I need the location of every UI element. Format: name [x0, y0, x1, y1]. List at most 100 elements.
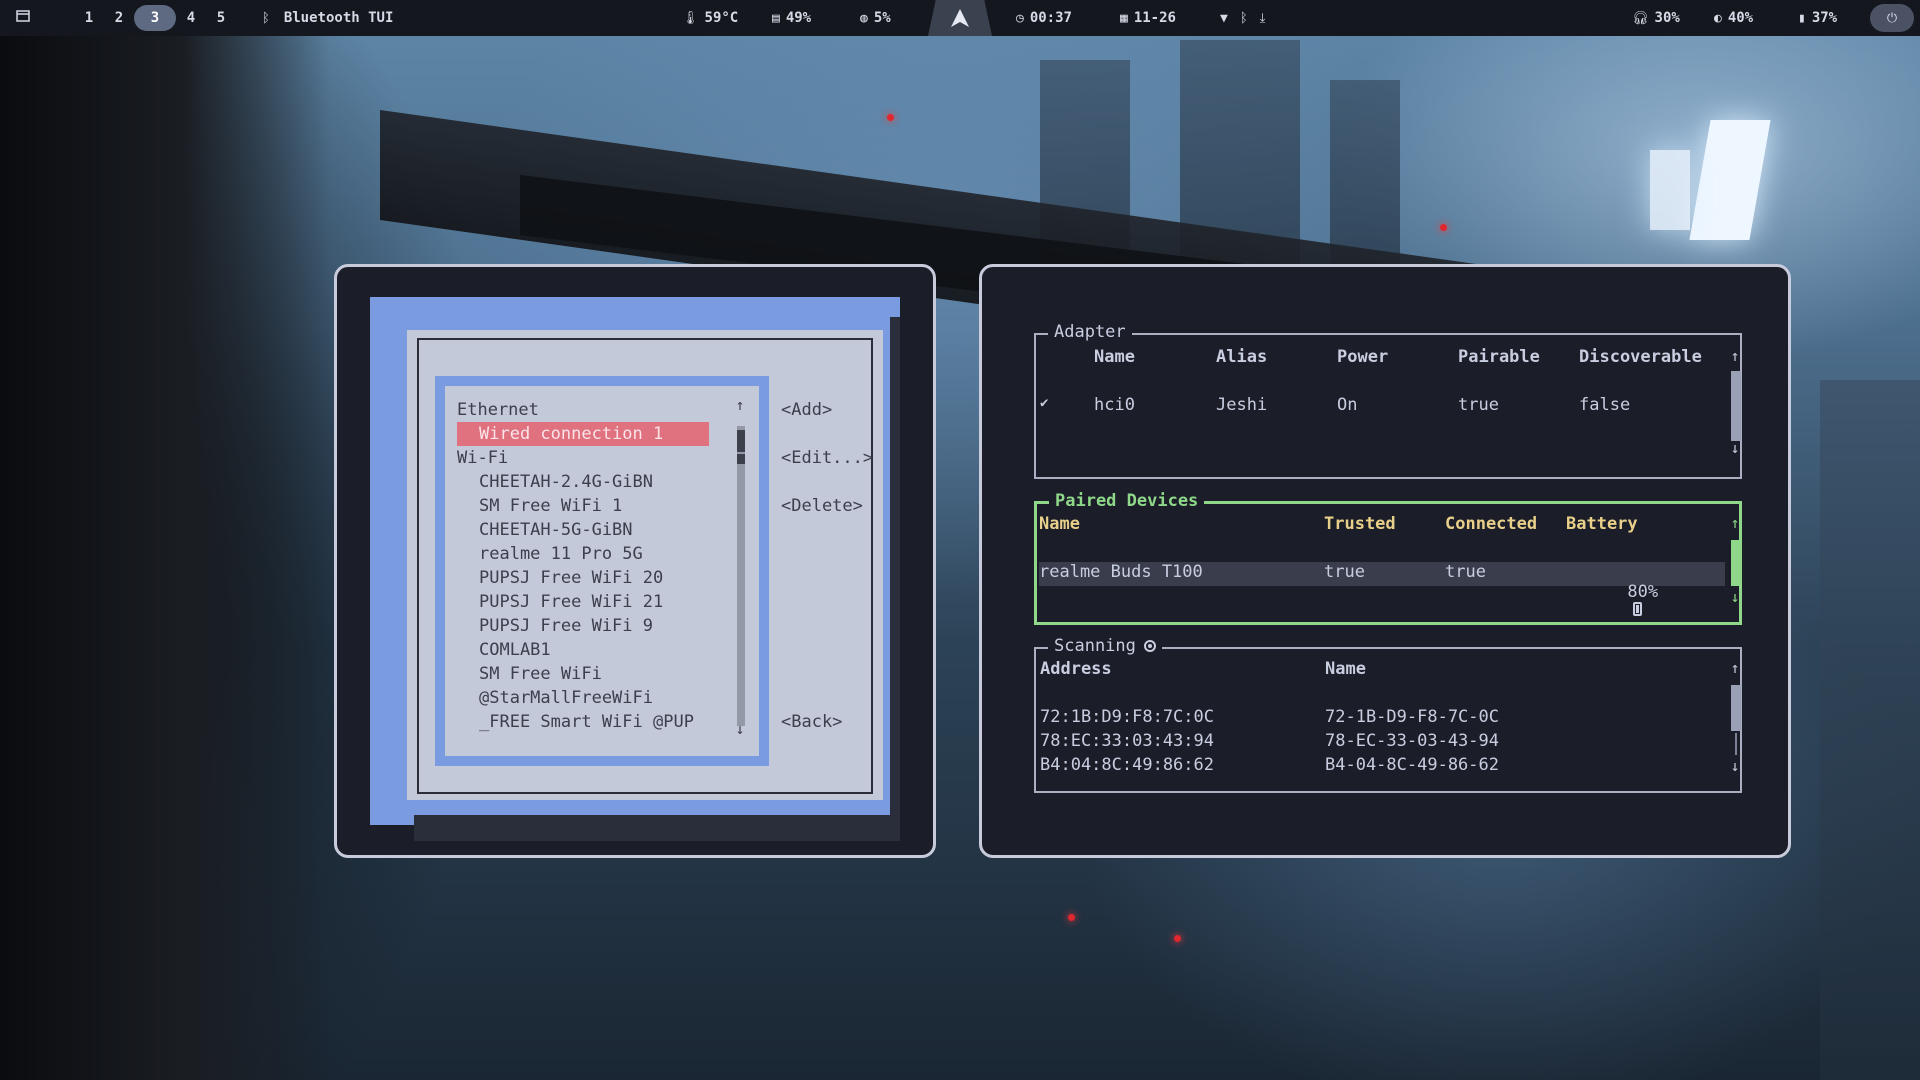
adapter-alias[interactable]: Jeshi [1216, 395, 1267, 415]
ethernet-header: Ethernet [457, 400, 539, 420]
scrollbar-thumb[interactable] [737, 430, 745, 452]
column-header-alias: Alias [1216, 347, 1268, 367]
paired-device-name[interactable]: realme Buds T100 [1039, 562, 1203, 582]
clock-widget[interactable]: ◷ 00:37 [1016, 0, 1072, 36]
paired-devices-panel[interactable]: Paired Devices Name Trusted Connected Ba… [1034, 491, 1742, 625]
temperature-widget[interactable]: 🌡︎ 59°C [682, 0, 738, 36]
scanning-title-text: Scanning [1054, 636, 1136, 656]
wifi-item[interactable]: @StarMallFreeWiFi [457, 686, 759, 710]
scanned-device-name[interactable]: B4-04-8C-49-86-62 [1325, 755, 1499, 775]
wallpaper-left-wall [0, 36, 330, 1080]
cpu-icon: ◍ [860, 10, 868, 26]
nmtui-window[interactable]: Ethernet Wired connection 1 Wi-Fi CHEETA… [334, 264, 936, 858]
scanned-device-address[interactable]: B4:04:8C:49:86:62 [1040, 755, 1214, 775]
selected-check-icon: ✔ [1040, 395, 1049, 411]
wallpaper-light [1174, 935, 1181, 942]
scrollbar-thumb[interactable] [1731, 540, 1741, 586]
scanning-panel[interactable]: Scanning Address Name 72:1B:D9:F8:7C:0C … [1034, 636, 1742, 793]
workspace-3-active[interactable]: 3 [134, 5, 176, 31]
wifi-item[interactable]: PUPSJ Free WiFi 9 [457, 614, 759, 638]
workspace-5[interactable]: 5 [206, 5, 236, 31]
workspace-switcher: 1 2 3 4 5 [74, 0, 236, 36]
workspace-1[interactable]: 1 [74, 5, 104, 31]
connection-list[interactable]: Ethernet Wired connection 1 Wi-Fi CHEETA… [445, 386, 759, 756]
scroll-up-arrow-icon[interactable]: ↑ [1728, 347, 1742, 365]
scroll-up-arrow-icon[interactable]: ↑ [733, 396, 747, 414]
clock-value: 00:37 [1029, 10, 1072, 26]
bluetooth-icon[interactable]: ᛒ [1240, 11, 1248, 26]
scroll-up-arrow-icon[interactable]: ↑ [1728, 514, 1742, 532]
headphones-widget[interactable]: 🎧︎ 30% [1632, 0, 1680, 36]
battery-value: 37% [1811, 10, 1838, 26]
column-header-discoverable: Discoverable [1579, 347, 1702, 367]
scrollbar-track[interactable] [1735, 733, 1737, 755]
clock-icon: ◷ [1016, 10, 1024, 26]
layout-button[interactable] [16, 0, 30, 36]
scroll-down-arrow-icon[interactable]: ↓ [1728, 439, 1742, 457]
scanned-device-address[interactable]: 78:EC:33:03:43:94 [1040, 731, 1214, 751]
paired-devices-scrollbar[interactable]: ↑ ↓ [1728, 514, 1742, 614]
brightness-icon: ◐ [1714, 10, 1722, 26]
wallpaper-neon-sign [1689, 120, 1771, 240]
power-button[interactable]: ⏻ [1870, 4, 1914, 32]
paired-device-connected[interactable]: true [1445, 562, 1486, 582]
column-header-trusted: Trusted [1324, 514, 1396, 534]
tray: ▼ ᛒ ⤓ [1220, 0, 1265, 36]
scroll-down-arrow-icon[interactable]: ↓ [733, 720, 747, 738]
wifi-item[interactable]: SM Free WiFi [457, 662, 759, 686]
delete-button[interactable]: <Delete> [781, 496, 863, 516]
adapter-pairable[interactable]: true [1458, 395, 1499, 415]
battery-icon [1633, 602, 1643, 616]
connection-list-scrollbar[interactable]: ↑ ↓ [733, 396, 747, 744]
wifi-item[interactable]: COMLAB1 [457, 638, 759, 662]
window-layout-icon [16, 10, 30, 26]
scanning-panel-title: Scanning [1048, 636, 1162, 656]
date-widget[interactable]: ▦ 11-26 [1120, 0, 1176, 36]
wallpaper-light [1068, 914, 1075, 921]
bluetooth-tui-window[interactable]: Adapter Name Alias Power Pairable Discov… [979, 264, 1791, 858]
scroll-down-arrow-icon[interactable]: ↓ [1728, 588, 1742, 606]
adapter-name[interactable]: hci0 [1094, 395, 1135, 415]
wifi-item[interactable]: CHEETAH-2.4G-GiBN [457, 470, 759, 494]
brightness-widget[interactable]: ◐ 40% [1714, 0, 1753, 36]
column-header-address: Address [1040, 659, 1112, 679]
wifi-item[interactable]: PUPSJ Free WiFi 21 [457, 590, 759, 614]
scrollbar-track[interactable] [737, 426, 745, 726]
memory-widget[interactable]: ▤ 49% [772, 0, 811, 36]
back-button[interactable]: <Back> [781, 712, 842, 732]
wifi-item[interactable]: _FREE Smart WiFi @PUP [457, 710, 759, 734]
adapter-panel[interactable]: Adapter Name Alias Power Pairable Discov… [1034, 322, 1742, 479]
wifi-item[interactable]: SM Free WiFi 1 [457, 494, 759, 518]
download-icon[interactable]: ⤓ [1260, 11, 1266, 26]
scrollbar-thumb[interactable] [1731, 371, 1741, 441]
top-bar: 1 2 3 4 5 ᛒ Bluetooth TUI 🌡︎ 59°C ▤ 49% … [0, 0, 1920, 36]
battery-widget[interactable]: ▮ 37% [1798, 0, 1837, 36]
add-button[interactable]: <Add> [781, 400, 832, 420]
scrollbar-thumb[interactable] [1731, 685, 1741, 731]
scrollbar-marker [737, 454, 745, 464]
adapter-scrollbar[interactable]: ↑ ↓ [1728, 347, 1742, 457]
scroll-down-arrow-icon[interactable]: ↓ [1728, 757, 1742, 775]
thermometer-icon: 🌡︎ [682, 10, 699, 26]
brightness-value: 40% [1727, 10, 1754, 26]
wifi-item[interactable]: CHEETAH-5G-GiBN [457, 518, 759, 542]
nmtui-dialog: Ethernet Wired connection 1 Wi-Fi CHEETA… [407, 330, 883, 800]
adapter-power[interactable]: On [1337, 395, 1357, 415]
scanning-scrollbar[interactable]: ↑ ↓ [1728, 659, 1742, 779]
launcher-button[interactable] [928, 0, 992, 36]
workspace-4[interactable]: 4 [176, 5, 206, 31]
wifi-icon[interactable]: ▼ [1220, 11, 1228, 26]
scanned-device-name[interactable]: 78-EC-33-03-43-94 [1325, 731, 1499, 751]
scanned-device-address[interactable]: 72:1B:D9:F8:7C:0C [1040, 707, 1214, 727]
adapter-discoverable[interactable]: false [1579, 395, 1630, 415]
wallpaper-light [887, 114, 894, 121]
scroll-up-arrow-icon[interactable]: ↑ [1728, 659, 1742, 677]
edit-button[interactable]: <Edit...> [781, 448, 873, 468]
paired-device-trusted[interactable]: true [1324, 562, 1365, 582]
wifi-item[interactable]: PUPSJ Free WiFi 20 [457, 566, 759, 590]
connection-item-selected[interactable]: Wired connection 1 [457, 422, 709, 446]
cpu-widget[interactable]: ◍ 5% [860, 0, 891, 36]
workspace-2[interactable]: 2 [104, 5, 134, 31]
wifi-item[interactable]: realme 11 Pro 5G [457, 542, 759, 566]
scanned-device-name[interactable]: 72-1B-D9-F8-7C-0C [1325, 707, 1499, 727]
